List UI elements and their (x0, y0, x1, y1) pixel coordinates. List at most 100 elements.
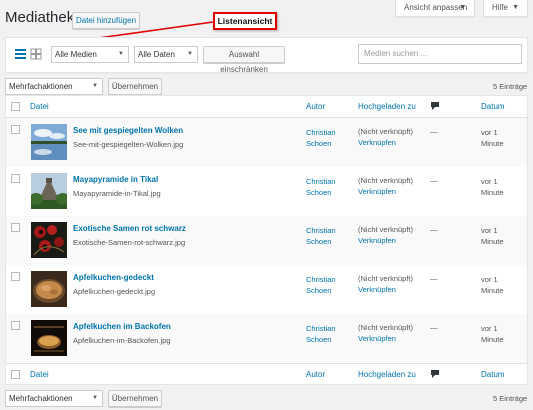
attach-link[interactable]: Verknüpfen (358, 138, 396, 147)
author-first-name: Christian (306, 226, 336, 235)
screen-options-tab[interactable]: Ansicht anpassen ▼ (395, 0, 475, 17)
column-date-footer[interactable]: Datum (481, 370, 505, 379)
column-file[interactable]: Datei (30, 102, 49, 111)
date-line-2: Minute (481, 335, 504, 344)
search-input[interactable]: Medien suchen ... (358, 44, 522, 64)
column-uploaded-to[interactable]: Hochgeladen zu (358, 102, 416, 111)
row-checkbox[interactable] (11, 321, 20, 330)
media-filename: See-mit-gespiegelten-Wolken.jpg (73, 140, 184, 149)
author-last-name: Schoen (306, 188, 332, 197)
screen-options-label: Ansicht anpassen (404, 3, 468, 12)
media-filename: Mayapyramide-in-Tikal.jpg (73, 189, 161, 198)
author-last-name: Schoen (306, 335, 332, 344)
date-line-1: vor 1 (481, 324, 498, 333)
table-footer: Datei Autor Hochgeladen zu Datum (6, 363, 527, 385)
media-table: Datei Autor Hochgeladen zu Datum See mit… (5, 95, 528, 385)
media-title-link[interactable]: Mayapyramide in Tikal (73, 175, 158, 184)
attach-link[interactable]: Verknüpfen (358, 236, 396, 245)
select-all-checkbox[interactable] (11, 102, 20, 111)
media-filename: Apfelkuchen-gedeckt.jpg (73, 287, 156, 296)
bulk-actions-select-bottom[interactable]: Mehrfachaktionen ▼ (5, 390, 103, 407)
date-line-2: Minute (481, 237, 504, 246)
date-line-1: vor 1 (481, 128, 498, 137)
filter-button[interactable]: Auswahl einschränken (203, 46, 285, 74)
author-link[interactable]: Christian Schoen (306, 127, 351, 149)
caret-down-icon: ▼ (459, 4, 466, 11)
author-link[interactable]: Christian Schoen (306, 225, 351, 247)
author-link[interactable]: Christian Schoen (306, 274, 351, 296)
thumbnail-seeds[interactable] (31, 222, 67, 258)
table-header: Datei Autor Hochgeladen zu Datum (6, 96, 527, 118)
date-filter-select[interactable]: Alle Daten ▼ (134, 46, 198, 63)
chevron-down-icon: ▼ (92, 395, 98, 401)
table-row: Mayapyramide in Tikal Mayapyramide-in-Ti… (6, 167, 527, 216)
table-row: Exotische Samen rot schwarz Exotische-Sa… (6, 216, 527, 265)
media-title-link[interactable]: See mit gespiegelten Wolken (73, 126, 183, 135)
thumbnail-lake[interactable] (31, 124, 67, 160)
media-type-select[interactable]: Alle Medien ▼ (51, 46, 129, 63)
row-checkbox[interactable] (11, 272, 20, 281)
list-view-icon[interactable] (14, 48, 28, 62)
media-title-link[interactable]: Exotische Samen rot schwarz (73, 224, 186, 233)
chevron-down-icon: ▼ (118, 51, 124, 57)
upload-date: vor 1 Minute (481, 225, 521, 247)
author-first-name: Christian (306, 275, 336, 284)
attachment-status: (Nicht verknüpft) (358, 176, 414, 185)
grid-view-icon[interactable] (30, 48, 43, 61)
row-checkbox[interactable] (11, 174, 20, 183)
row-checkbox[interactable] (11, 223, 20, 232)
column-uploaded-to-footer[interactable]: Hochgeladen zu (358, 370, 416, 379)
annotation-callout: Listenansicht (213, 12, 277, 30)
upload-date: vor 1 Minute (481, 274, 521, 296)
apply-button-bottom[interactable]: Übernehmen (108, 390, 162, 407)
help-tab[interactable]: Hilfe ▼ (483, 0, 528, 17)
column-author-footer[interactable]: Autor (306, 370, 325, 379)
date-line-2: Minute (481, 188, 504, 197)
select-all-checkbox-footer[interactable] (11, 370, 20, 379)
author-link[interactable]: Christian Schoen (306, 176, 351, 198)
attach-link[interactable]: Verknüpfen (358, 285, 396, 294)
thumbnail-apple-pie[interactable] (31, 271, 67, 307)
media-filename: Apfelkuchen-im-Backofen.jpg (73, 336, 171, 345)
author-first-name: Christian (306, 128, 336, 137)
author-first-name: Christian (306, 177, 336, 186)
table-row: Apfelkuchen-gedeckt Apfelkuchen-gedeckt.… (6, 265, 527, 314)
column-author[interactable]: Autor (306, 102, 325, 111)
bulk-actions-select-top[interactable]: Mehrfachaktionen ▼ (5, 78, 103, 95)
thumbnail-pyramid[interactable] (31, 173, 67, 209)
author-last-name: Schoen (306, 237, 332, 246)
column-date[interactable]: Datum (481, 102, 505, 111)
author-first-name: Christian (306, 324, 336, 333)
row-checkbox[interactable] (11, 125, 20, 134)
date-line-1: vor 1 (481, 275, 498, 284)
date-filter-value: Alle Daten (138, 50, 175, 59)
comment-bubble-icon[interactable] (430, 101, 440, 111)
media-title-link[interactable]: Apfelkuchen im Backofen (73, 322, 171, 331)
comment-count: — (430, 176, 438, 185)
help-label: Hilfe (492, 3, 509, 12)
upload-date: vor 1 Minute (481, 323, 521, 345)
bulk-actions-value: Mehrfachaktionen (9, 394, 73, 403)
attach-link[interactable]: Verknüpfen (358, 187, 396, 196)
item-count-top: 5 Einträge (493, 82, 528, 91)
media-type-value: Alle Medien (55, 50, 97, 59)
table-row: See mit gespiegelten Wolken See-mit-gesp… (6, 118, 527, 167)
item-count-bottom: 5 Einträge (493, 394, 528, 403)
thumbnail-oven[interactable] (31, 320, 67, 356)
comment-bubble-icon[interactable] (430, 369, 440, 379)
upload-date: vor 1 Minute (481, 127, 521, 149)
author-last-name: Schoen (306, 286, 332, 295)
author-last-name: Schoen (306, 139, 332, 148)
bulk-actions-value: Mehrfachaktionen (9, 82, 73, 91)
attachment-status: (Nicht verknüpft) (358, 127, 414, 136)
chevron-down-icon: ▼ (187, 51, 193, 57)
author-link[interactable]: Christian Schoen (306, 323, 351, 345)
apply-button-top[interactable]: Übernehmen (108, 78, 162, 95)
comment-count: — (430, 225, 438, 234)
date-line-2: Minute (481, 286, 504, 295)
attach-link[interactable]: Verknüpfen (358, 334, 396, 343)
date-line-1: vor 1 (481, 226, 498, 235)
column-file-footer[interactable]: Datei (30, 370, 49, 379)
media-title-link[interactable]: Apfelkuchen-gedeckt (73, 273, 154, 282)
media-filter-bar: Alle Medien ▼ Alle Daten ▼ Auswahl einsc… (5, 37, 528, 74)
